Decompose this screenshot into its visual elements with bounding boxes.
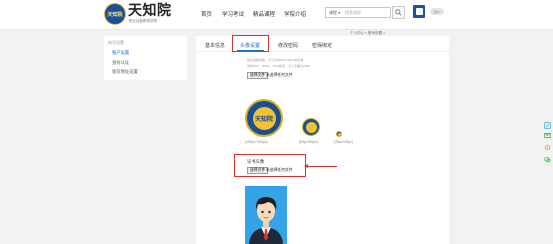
search-input[interactable]: 课程 ▾ 搜索课程: [325, 7, 391, 18]
person-illustration: [249, 197, 283, 244]
tab-basic-info[interactable]: 基本信息: [205, 42, 225, 49]
brand-name[interactable]: 天知院: [128, 4, 172, 18]
logo-icon[interactable]: 天知院: [104, 3, 126, 25]
sidebar-item-account[interactable]: 账户设置: [112, 50, 129, 56]
sidebar-item-identity[interactable]: 身份认证: [112, 60, 129, 66]
avatar-preview-small: [336, 131, 342, 137]
highlight-box-tab: [232, 35, 269, 52]
nav-study-exam[interactable]: 学习考试: [222, 10, 244, 18]
avatar-size-small: (28px*28px): [334, 140, 353, 144]
tab-password[interactable]: 修改密码: [278, 42, 298, 49]
certificate-photo: [245, 186, 287, 244]
brand-subtitle: 职业技能教育学院: [129, 19, 157, 23]
certificate-no-file-text: 未选择任何文件: [266, 168, 293, 172]
search-category-select[interactable]: 课程 ▾: [329, 10, 340, 16]
avatar-choose-file-button[interactable]: 选择文件: [247, 72, 269, 79]
settings-sidebar: 帐号设置 账户设置 身份认证 收货地址设置: [104, 36, 187, 80]
certificate-label: 证书头像: [247, 159, 265, 164]
search-placeholder: 搜索课程: [345, 10, 361, 15]
search-icon: [395, 9, 402, 16]
wechat-icon[interactable]: [543, 155, 551, 163]
avatar-preview-medium: [302, 118, 320, 136]
avatar-preview-large: 天知院: [245, 99, 283, 137]
avatar-size-large: (150px*150px): [245, 140, 268, 144]
nav-home[interactable]: 首页: [201, 10, 212, 18]
edit-icon[interactable]: [543, 121, 551, 129]
sidebar-item-address[interactable]: 收货地址设置: [112, 69, 138, 75]
message-icon[interactable]: [543, 131, 551, 139]
certificate-choose-file-button[interactable]: 选择文件: [247, 167, 269, 174]
tab-security-binding[interactable]: 密保绑定: [312, 42, 332, 49]
logo-text: 天知院: [107, 11, 123, 18]
avatar-size-medium: (80px*80px): [299, 140, 318, 144]
avatar-no-file-text: 未选择任何文件: [266, 73, 293, 77]
main-panel: 基本信息 头像设置 修改密码 密保绑定 建议选择清晰、尺寸为200px*200p…: [196, 35, 449, 244]
top-header: 天知院 天知院 职业技能教育学院 首页 学习考试 精品课程 学院介绍 课程 ▾ …: [0, 0, 553, 30]
highlight-box-certificate: [234, 154, 306, 177]
avatar-hint-2: 支持JPG、JPEG、PNG格式，大小不超过2MB: [247, 64, 310, 68]
nav-courses[interactable]: 精品课程: [253, 10, 275, 18]
app-grid-icon[interactable]: [413, 5, 425, 18]
user-menu[interactable]: 用户: [430, 8, 444, 15]
sidebar-title: 帐号设置: [108, 40, 124, 45]
annotation-arrow-head: [304, 164, 308, 168]
nav-about[interactable]: 学院介绍: [284, 10, 306, 18]
avatar-hint-1: 建议选择清晰、尺寸为200px*200px的头像: [247, 58, 304, 62]
annotation-arrow-line: [306, 166, 337, 167]
share-icon[interactable]: [543, 143, 551, 151]
search-button[interactable]: [392, 6, 405, 19]
